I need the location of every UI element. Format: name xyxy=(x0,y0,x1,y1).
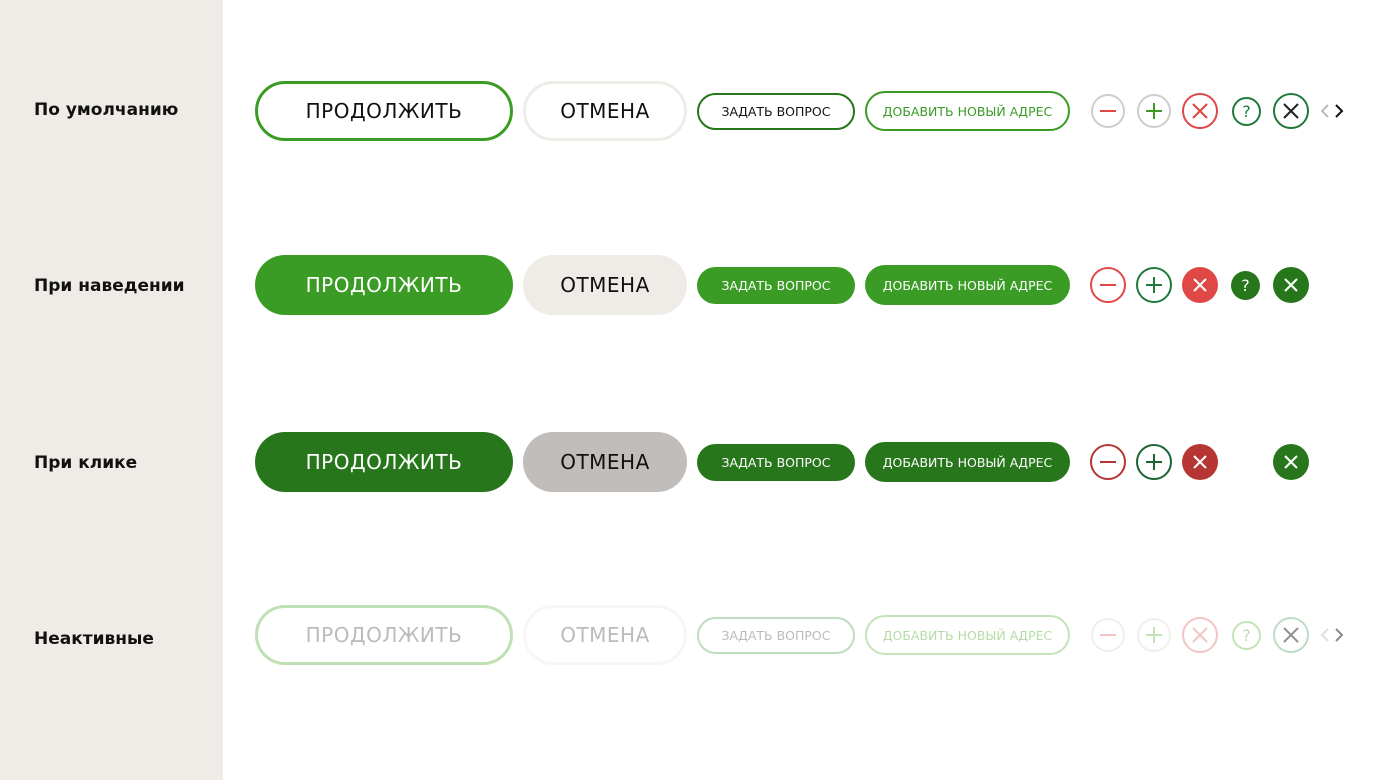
close-button-default[interactable] xyxy=(1273,93,1309,129)
ask-question-button-hover[interactable]: ЗАДАТЬ ВОПРОС xyxy=(697,267,855,304)
remove-button-hover[interactable] xyxy=(1182,267,1218,303)
continue-button-disabled: ПРОДОЛЖИТЬ xyxy=(255,605,513,665)
chevron-left-icon xyxy=(1320,104,1329,118)
minus-button-hover[interactable] xyxy=(1090,267,1126,303)
help-button-disabled: ? xyxy=(1232,621,1261,650)
close-icon xyxy=(1284,278,1298,292)
prev-arrow-disabled xyxy=(1318,625,1332,645)
plus-icon xyxy=(1146,627,1162,643)
minus-button-active[interactable] xyxy=(1090,444,1126,480)
ask-question-button-disabled: ЗАДАТЬ ВОПРОС xyxy=(697,617,855,654)
add-address-button-hover[interactable]: ДОБАВИТЬ НОВЫЙ АДРЕС xyxy=(865,265,1070,305)
close-icon xyxy=(1193,455,1207,469)
cancel-button-active[interactable]: ОТМЕНА xyxy=(523,432,687,492)
remove-button-default[interactable] xyxy=(1182,93,1218,129)
close-button-active[interactable] xyxy=(1273,444,1309,480)
chevron-left-icon xyxy=(1320,628,1329,642)
minus-icon xyxy=(1100,110,1116,112)
add-address-button-active[interactable]: ДОБАВИТЬ НОВЫЙ АДРЕС xyxy=(865,442,1070,482)
prev-arrow-default[interactable] xyxy=(1318,101,1332,121)
help-button-hover[interactable]: ? xyxy=(1231,271,1260,300)
continue-button-active[interactable]: ПРОДОЛЖИТЬ xyxy=(255,432,513,492)
help-button-default[interactable]: ? xyxy=(1232,97,1261,126)
cancel-button-hover[interactable]: ОТМЕНА xyxy=(523,255,687,315)
minus-button-disabled xyxy=(1091,618,1125,652)
cancel-button-disabled: ОТМЕНА xyxy=(523,605,687,665)
plus-button-hover[interactable] xyxy=(1136,267,1172,303)
minus-icon xyxy=(1100,461,1116,463)
close-icon xyxy=(1192,103,1208,119)
add-address-button-disabled: ДОБАВИТЬ НОВЫЙ АДРЕС xyxy=(865,615,1070,655)
minus-icon xyxy=(1100,284,1116,286)
remove-button-disabled xyxy=(1182,617,1218,653)
minus-icon xyxy=(1100,634,1116,636)
state-label-default: По умолчанию xyxy=(34,100,179,120)
question-icon: ? xyxy=(1242,101,1251,121)
close-icon xyxy=(1284,455,1298,469)
continue-button-default[interactable]: ПРОДОЛЖИТЬ xyxy=(255,81,513,141)
plus-button-default[interactable] xyxy=(1137,94,1171,128)
state-label-disabled: Неактивные xyxy=(34,629,154,649)
state-label-hover: При наведении xyxy=(34,276,185,296)
continue-button-hover[interactable]: ПРОДОЛЖИТЬ xyxy=(255,255,513,315)
close-icon xyxy=(1193,278,1207,292)
plus-button-active[interactable] xyxy=(1136,444,1172,480)
close-icon xyxy=(1283,627,1299,643)
close-icon xyxy=(1192,627,1208,643)
question-icon: ? xyxy=(1241,275,1250,295)
plus-icon xyxy=(1146,454,1162,470)
close-button-disabled xyxy=(1273,617,1309,653)
chevron-right-icon xyxy=(1335,628,1344,642)
chevron-right-icon xyxy=(1335,104,1344,118)
add-address-button-default[interactable]: ДОБАВИТЬ НОВЫЙ АДРЕС xyxy=(865,91,1070,131)
next-arrow-default[interactable] xyxy=(1332,101,1346,121)
close-icon xyxy=(1283,103,1299,119)
plus-button-disabled xyxy=(1137,618,1171,652)
ask-question-button-active[interactable]: ЗАДАТЬ ВОПРОС xyxy=(697,444,855,481)
ask-question-button-default[interactable]: ЗАДАТЬ ВОПРОС xyxy=(697,93,855,130)
minus-button-default[interactable] xyxy=(1091,94,1125,128)
state-label-click: При клике xyxy=(34,453,138,473)
close-button-hover[interactable] xyxy=(1273,267,1309,303)
plus-icon xyxy=(1146,277,1162,293)
plus-icon xyxy=(1146,103,1162,119)
remove-button-active[interactable] xyxy=(1182,444,1218,480)
question-icon: ? xyxy=(1242,625,1251,645)
next-arrow-disabled xyxy=(1332,625,1346,645)
cancel-button-default[interactable]: ОТМЕНА xyxy=(523,81,687,141)
